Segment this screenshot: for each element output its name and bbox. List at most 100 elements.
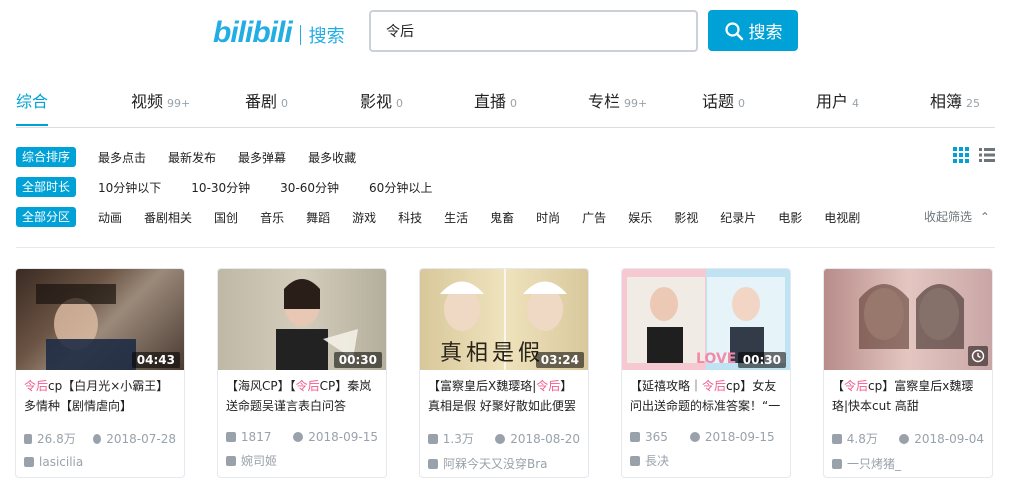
divider xyxy=(16,247,995,248)
zone-option[interactable]: 广告 xyxy=(582,209,606,226)
sort-option[interactable]: 最多收藏 xyxy=(308,149,356,166)
video-meta: 1817 2018-09-15 xyxy=(218,430,386,444)
zone-option[interactable]: 娱乐 xyxy=(628,209,652,226)
video-card[interactable]: 04:43 令后cp【白月光×小霸王】多情种【剧情虐向】 26.8万 2018-… xyxy=(15,268,185,478)
tab-album[interactable]: 相簿 25 xyxy=(930,88,980,126)
upload-date: 2018-08-20 xyxy=(510,431,580,446)
logo-search-label: 搜索 xyxy=(308,26,345,47)
thumbnail-caption: 真相是假 xyxy=(440,341,545,366)
uploader[interactable]: 阿槑今天又没穿Bra xyxy=(420,455,588,472)
duration-option[interactable]: 60分钟以上 xyxy=(369,179,432,196)
tab-label: 直播 xyxy=(474,92,507,111)
sort-option[interactable]: 最多点击 xyxy=(98,149,146,166)
upload-date: 2018-09-15 xyxy=(308,430,378,444)
zone-option[interactable]: 纪录片 xyxy=(720,209,756,226)
video-card[interactable]: 真相是假 03:24 【富察皇后X魏璎珞|令后】真相是假 好聚好散如此便罢 1.… xyxy=(419,268,589,478)
zone-option[interactable]: 电视剧 xyxy=(824,209,860,226)
zone-option[interactable]: 生活 xyxy=(444,209,468,226)
sort-option[interactable]: 最多弹幕 xyxy=(238,149,286,166)
sort-option[interactable]: 最新发布 xyxy=(168,149,216,166)
video-title[interactable]: 令后cp【白月光×小霸王】多情种【剧情虐向】 xyxy=(16,370,184,420)
collapse-filters-button[interactable]: 收起筛选 ⌃ xyxy=(924,208,990,225)
tab-count: 0 xyxy=(738,97,746,110)
search-icon xyxy=(724,21,743,40)
video-card[interactable]: LOVE 00:30 【延禧攻略｜令后cp】女友问出送命题的标准答案！“一 36… xyxy=(621,268,791,478)
title-highlight: 令后 xyxy=(702,379,727,393)
zone-option[interactable]: 音乐 xyxy=(260,209,284,226)
uploader-icon xyxy=(226,455,236,466)
video-thumbnail[interactable]: 04:43 xyxy=(16,269,184,370)
video-card[interactable]: 【令后cp】富察皇后x魏璎珞|快本cut 高甜 4.8万 2018-09-04 … xyxy=(823,268,993,478)
bilibili-logo[interactable]: bilibili 搜索 xyxy=(213,16,345,50)
duration-option[interactable]: 30-60分钟 xyxy=(280,179,339,196)
title-highlight: 令后 xyxy=(295,379,320,393)
video-thumbnail[interactable]: 00:30 xyxy=(218,269,386,370)
search-button[interactable]: 搜索 xyxy=(708,10,798,51)
video-meta: 26.8万 2018-07-28 xyxy=(16,430,184,447)
title-highlight: 令后 xyxy=(536,379,561,393)
tab-label: 番剧 xyxy=(245,92,278,111)
search-tabs: 综合 视频 99+ 番剧 0 影视 0 直播 0 专栏 99+ 话题 0 用户 4 相簿 25 xyxy=(16,80,995,128)
watch-later-icon[interactable] xyxy=(968,346,988,366)
zone-option[interactable]: 舞蹈 xyxy=(306,209,330,226)
tab-live[interactable]: 直播 0 xyxy=(474,88,517,126)
grid-view-icon[interactable] xyxy=(953,147,969,163)
tab-film[interactable]: 影视 0 xyxy=(360,88,403,126)
uploader-icon xyxy=(24,457,34,467)
uploader[interactable]: 婉司姬 xyxy=(218,452,386,469)
view-count: 1.3万 xyxy=(442,432,474,446)
uploader[interactable]: 一只烤猪_ xyxy=(824,455,992,472)
sort-filter-selected[interactable]: 综合排序 xyxy=(16,147,77,167)
clock-icon xyxy=(293,432,304,442)
zone-option[interactable]: 影视 xyxy=(674,209,698,226)
video-meta: 365 2018-09-15 xyxy=(622,430,790,444)
play-count-icon xyxy=(630,432,640,442)
video-thumbnail[interactable]: LOVE 00:30 xyxy=(622,269,790,370)
video-duration: 04:43 xyxy=(131,352,180,368)
duration-option[interactable]: 10分钟以下 xyxy=(98,179,161,196)
search-box[interactable] xyxy=(369,10,698,52)
zone-option[interactable]: 番剧相关 xyxy=(144,209,192,226)
uploader[interactable]: lasicilia xyxy=(16,455,184,469)
play-count-icon xyxy=(428,433,438,444)
video-title[interactable]: 【令后cp】富察皇后x魏璎珞|快本cut 高甜 xyxy=(824,370,992,420)
play-count-icon xyxy=(832,433,842,444)
duration-option[interactable]: 10-30分钟 xyxy=(191,179,250,196)
search-button-label: 搜索 xyxy=(748,23,783,43)
title-text: 【海风CP】【 xyxy=(226,379,296,393)
list-view-icon[interactable] xyxy=(979,147,995,163)
zone-option[interactable]: 游戏 xyxy=(352,209,376,226)
duration-filter-selected[interactable]: 全部时长 xyxy=(16,177,77,197)
search-input[interactable] xyxy=(386,23,696,39)
tab-label: 话题 xyxy=(702,92,735,111)
chevron-up-icon: ⌃ xyxy=(979,210,990,224)
video-thumbnail[interactable] xyxy=(824,269,992,370)
tab-bangumi[interactable]: 番剧 0 xyxy=(245,88,288,126)
tab-count: 0 xyxy=(510,97,518,110)
tab-label: 影视 xyxy=(360,92,393,111)
video-title[interactable]: 【海风CP】【令后CP】秦岚送命题吴谨言表白问答 xyxy=(218,370,386,420)
video-thumbnail[interactable]: 真相是假 03:24 xyxy=(420,269,588,370)
tab-article[interactable]: 专栏 99+ xyxy=(588,88,647,126)
tab-topic[interactable]: 话题 0 xyxy=(702,88,745,126)
zone-option[interactable]: 时尚 xyxy=(536,209,560,226)
zone-option[interactable]: 动画 xyxy=(98,209,122,226)
zone-option[interactable]: 国创 xyxy=(214,209,238,226)
uploader-name: 阿槑今天又没穿Bra xyxy=(443,457,548,471)
video-title[interactable]: 【富察皇后X魏璎珞|令后】真相是假 好聚好散如此便罢 xyxy=(420,370,588,420)
play-count-icon xyxy=(226,432,236,442)
video-card[interactable]: 00:30 【海风CP】【令后CP】秦岚送命题吴谨言表白问答 1817 2018… xyxy=(217,268,387,478)
video-title[interactable]: 【延禧攻略｜令后cp】女友问出送命题的标准答案！“一 xyxy=(622,370,790,420)
tab-all[interactable]: 综合 xyxy=(16,88,49,126)
title-text: 【富察皇后X魏璎珞| xyxy=(428,379,537,393)
tab-video[interactable]: 视频 99+ xyxy=(131,88,190,126)
zone-filter-selected[interactable]: 全部分区 xyxy=(16,207,77,227)
tab-label: 相簿 xyxy=(930,92,963,111)
thumbnail-image xyxy=(859,284,964,349)
tab-count: 4 xyxy=(852,97,860,110)
zone-option[interactable]: 科技 xyxy=(398,209,422,226)
zone-option[interactable]: 鬼畜 xyxy=(490,209,514,226)
zone-option[interactable]: 电影 xyxy=(778,209,802,226)
tab-user[interactable]: 用户 4 xyxy=(816,88,859,126)
uploader[interactable]: 長决 xyxy=(622,452,790,469)
